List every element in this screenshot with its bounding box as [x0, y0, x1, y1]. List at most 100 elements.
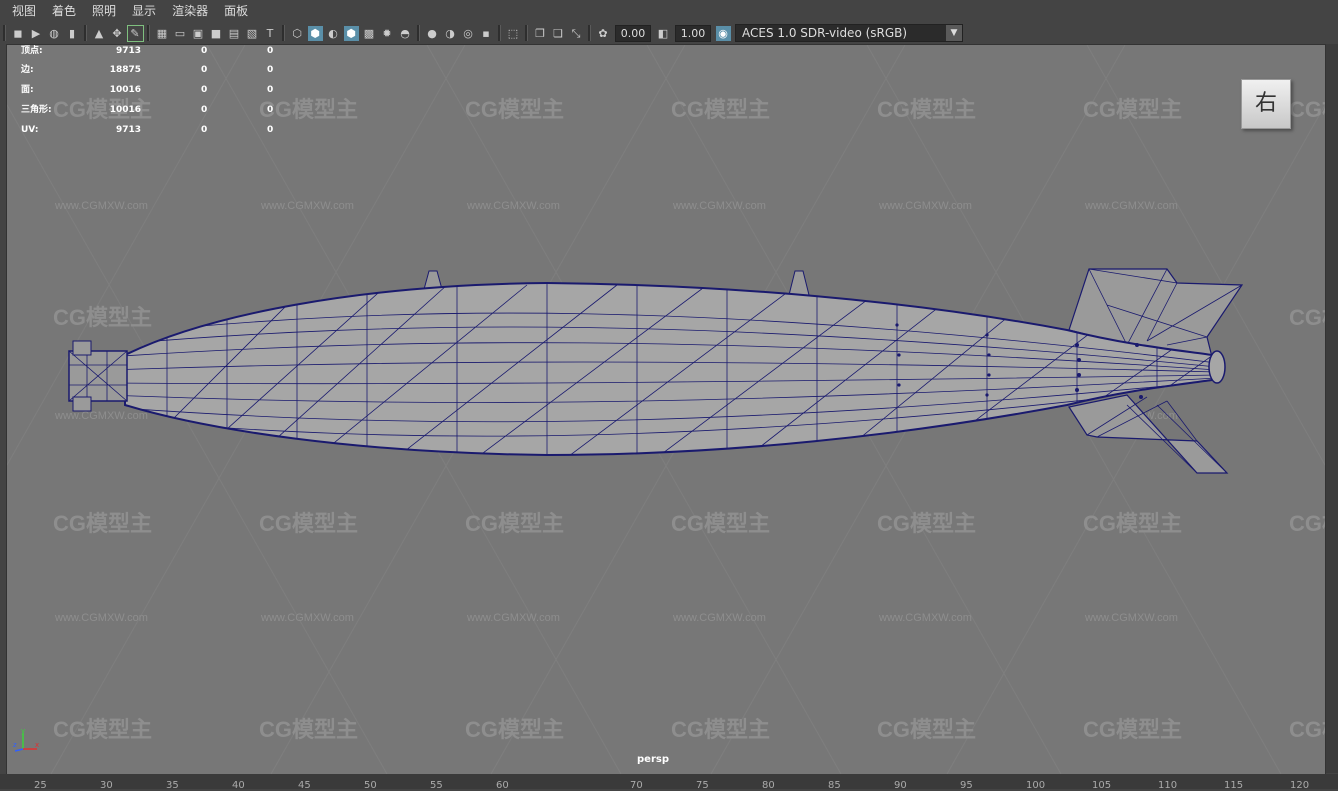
textured-icon[interactable]: ▩: [362, 26, 377, 41]
ruler-tick-label: 110: [1158, 780, 1178, 791]
menu-panels[interactable]: 面板: [216, 0, 256, 22]
safe-action-icon[interactable]: ▧: [245, 26, 260, 41]
ruler-tick-label: 100: [1026, 780, 1046, 791]
watermark-text: CG模型主: [53, 717, 152, 742]
watermark-url: www.CGMXW.com: [466, 612, 560, 624]
watermark-text: CG模型主: [465, 97, 564, 122]
ruler-tick-label: 25: [34, 780, 47, 791]
axis-z-label: z: [13, 741, 17, 749]
menu-renderer[interactable]: 渲染器: [164, 0, 216, 22]
toolbar-separator: [588, 25, 591, 41]
exposure-icon[interactable]: ✿: [596, 26, 611, 41]
toolbar-separator: [498, 25, 501, 41]
ruler-tick-label: 30: [100, 780, 113, 791]
ruler-tick-label: 45: [298, 780, 311, 791]
hud-value: 0: [267, 85, 274, 95]
axis-y-label: y: [21, 727, 25, 735]
view-cube[interactable]: 右: [1241, 79, 1291, 129]
suspension-lug-rear: [788, 270, 810, 296]
gamma-icon[interactable]: ◧: [656, 26, 671, 41]
watermark-text: CG模型主: [465, 511, 564, 536]
bookmark-icon[interactable]: ▮: [65, 26, 80, 41]
exposure-field[interactable]: 0.00: [615, 24, 651, 42]
grid-icon[interactable]: ▦: [155, 26, 170, 41]
safe-title-icon[interactable]: T: [263, 26, 278, 41]
wireframe-icon[interactable]: ⬡: [290, 26, 305, 41]
hud-value: 9713: [115, 46, 141, 56]
motion-blur-icon[interactable]: ◑: [443, 26, 458, 41]
xray-components-icon[interactable]: ⤡: [569, 26, 584, 41]
default-material-icon[interactable]: ◐: [326, 26, 341, 41]
grease-pencil-icon[interactable]: ✎: [126, 24, 144, 42]
use-all-lights-icon[interactable]: ✹: [380, 26, 395, 41]
hud-label: 三角形:: [21, 105, 52, 115]
shadows-icon[interactable]: ◓: [398, 26, 413, 41]
screen-space-ao-icon[interactable]: ●: [425, 26, 440, 41]
resolution-gate-icon[interactable]: ▣: [191, 26, 206, 41]
tail-cap: [1208, 350, 1226, 384]
smooth-shade-icon[interactable]: ⬢: [307, 25, 323, 41]
watermark-url: www.CGMXW.com: [54, 612, 148, 624]
image-plane-icon[interactable]: ▲: [92, 26, 107, 41]
axis-x-label: x: [35, 741, 39, 749]
select-camera-icon[interactable]: ◼: [11, 26, 26, 41]
watermark-url: www.CGMXW.com: [672, 200, 766, 212]
xray-joints-icon[interactable]: ❏: [551, 26, 566, 41]
watermark-url: www.CGMXW.com: [260, 200, 354, 212]
time-ruler[interactable]: 25 30 35 40 45 50 55 60 70 75 80 85 90 9…: [0, 774, 1338, 791]
watermark-text: CG模型主: [1289, 97, 1325, 122]
camera-attributes-icon[interactable]: ▶: [29, 26, 44, 41]
ruler-tick-label: 60: [496, 780, 509, 791]
watermark-text: CG模型主: [1289, 511, 1325, 536]
bomb-model[interactable]: [68, 268, 1244, 474]
viewport-panel[interactable]: CG模型主 CG模型主 CG模型主 CG模型主 CG模型主 CG模型主 CG模型…: [6, 44, 1326, 775]
hud-value: 10016: [109, 105, 141, 115]
depth-of-field-icon[interactable]: ▪: [479, 26, 494, 41]
film-gate-icon[interactable]: ▭: [173, 26, 188, 41]
toolbar-separator: [147, 25, 150, 41]
hud-label: 面:: [21, 85, 34, 95]
watermark-text: CG模型主: [465, 717, 564, 742]
gate-mask-icon[interactable]: ■: [209, 26, 224, 41]
hud-value: 0: [201, 65, 208, 75]
field-chart-icon[interactable]: ▤: [227, 26, 242, 41]
watermark-text: CG模型主: [1289, 717, 1325, 742]
camera-name-label: persp: [637, 754, 669, 765]
hud-value: 0: [267, 65, 274, 75]
color-space-value: ACES 1.0 SDR-video (sRGB): [742, 26, 908, 40]
bookmarks-icon[interactable]: ◍: [47, 26, 62, 41]
isolate-select-icon[interactable]: ⬚: [506, 26, 521, 41]
toolbar-separator: [525, 25, 528, 41]
watermark-text: CG模型主: [671, 97, 770, 122]
anti-aliasing-icon[interactable]: ◎: [461, 26, 476, 41]
watermark-url: www.CGMXW.com: [1084, 200, 1178, 212]
twod-pan-zoom-icon[interactable]: ✥: [110, 26, 125, 41]
xray-icon[interactable]: ❐: [533, 26, 548, 41]
ruler-tick-label: 115: [1224, 780, 1244, 791]
watermark-url: www.CGMXW.com: [1084, 612, 1178, 624]
nose-fuze: [68, 340, 128, 412]
menu-show[interactable]: 显示: [124, 0, 164, 22]
gamma-field[interactable]: 1.00: [675, 24, 711, 42]
ruler-tick-label: 70: [630, 780, 643, 791]
viewport-toolbar: ◼ ▶ ◍ ▮ ▲ ✥ ✎ ▦ ▭ ▣ ■ ▤ ▧ T ⬡ ⬢ ◐ ⬢ ▩ ✹ …: [0, 22, 1338, 44]
watermark-text: CG模型主: [1083, 717, 1182, 742]
watermark-text: CG模型主: [1289, 305, 1325, 330]
ruler-tick-label: 35: [166, 780, 179, 791]
menu-shading[interactable]: 着色: [44, 0, 84, 22]
menu-view[interactable]: 视图: [0, 0, 44, 22]
watermark-text: CG模型主: [1083, 97, 1182, 122]
menu-lighting[interactable]: 照明: [84, 0, 124, 22]
right-panel-edge: [1326, 44, 1338, 773]
ruler-tick-label: 95: [960, 780, 973, 791]
watermark-text: CG模型主: [671, 511, 770, 536]
ruler-tick-label: 90: [894, 780, 907, 791]
chevron-down-icon[interactable]: ▼: [946, 25, 962, 41]
ruler-tick-label: 75: [696, 780, 709, 791]
wireframe-on-shaded-icon[interactable]: ⬢: [343, 25, 359, 41]
color-space-dropdown[interactable]: ACES 1.0 SDR-video (sRGB) ▼: [735, 24, 963, 42]
hud-label: 顶点:: [21, 46, 43, 56]
color-management-icon[interactable]: ◉: [715, 25, 731, 41]
watermark-text: CG模型主: [1083, 511, 1182, 536]
ruler-tick-label: 50: [364, 780, 377, 791]
